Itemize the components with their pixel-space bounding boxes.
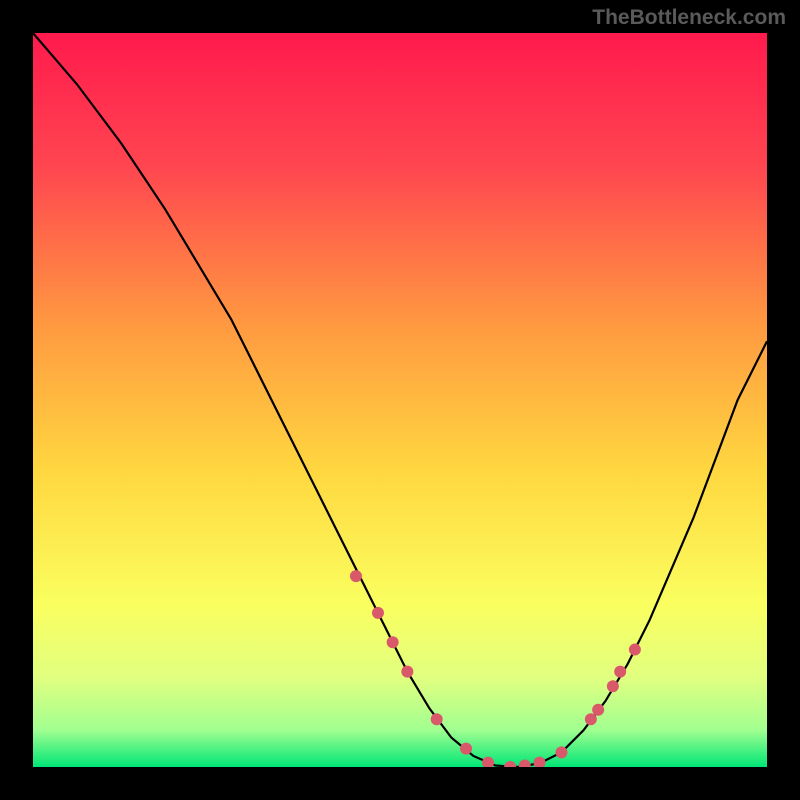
chart-area <box>33 33 767 767</box>
data-marker <box>431 713 443 725</box>
data-marker <box>555 746 567 758</box>
data-marker <box>401 666 413 678</box>
chart-svg <box>33 33 767 767</box>
data-marker <box>592 704 604 716</box>
data-marker <box>607 680 619 692</box>
data-marker <box>629 644 641 656</box>
data-marker <box>350 570 362 582</box>
data-marker <box>585 713 597 725</box>
data-marker <box>372 607 384 619</box>
data-marker <box>460 743 472 755</box>
data-marker <box>614 666 626 678</box>
watermark-text: TheBottleneck.com <box>592 6 786 30</box>
data-marker <box>387 636 399 648</box>
